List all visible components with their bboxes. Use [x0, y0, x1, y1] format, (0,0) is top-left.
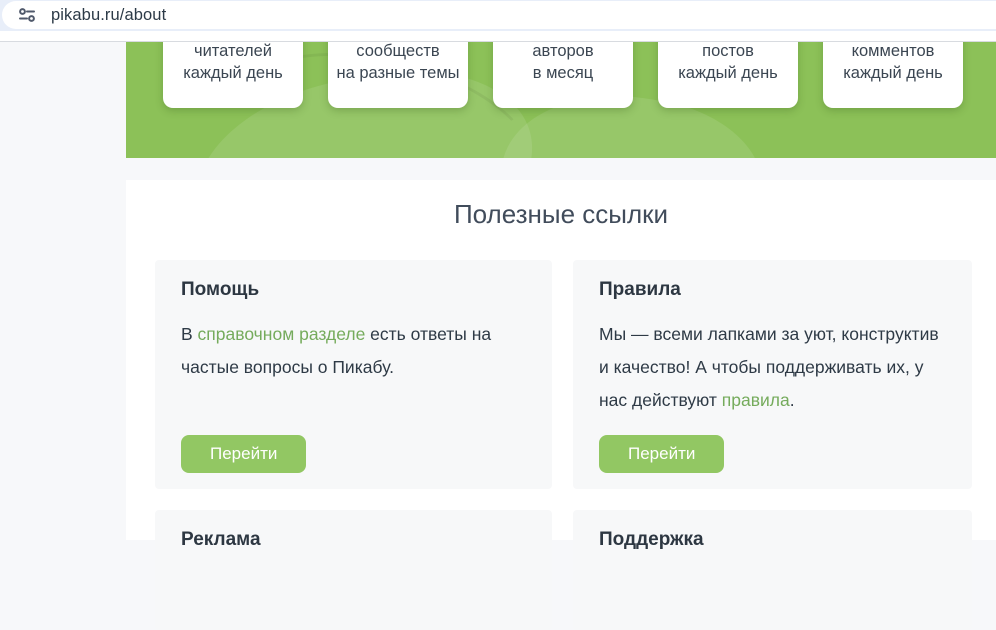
useful-links-panel: Полезные ссылки Помощь В справочном разд…: [126, 180, 996, 630]
url-text: pikabu.ru/about: [51, 5, 167, 24]
rules-go-button[interactable]: Перейти: [599, 435, 725, 473]
browser-toolbar: pikabu.ru/about: [0, 0, 996, 31]
card-rules: Правила Мы — всеми лапками за уют, конст…: [573, 260, 972, 489]
stat-card-label: постов каждый день: [678, 42, 778, 82]
stat-card-label: сообществ на разные темы: [336, 42, 460, 82]
card-support: Поддержка: [573, 510, 972, 630]
card-text: В справочном разделе есть ответы на част…: [181, 318, 526, 384]
stat-card-authors: авторов в месяц: [493, 42, 633, 108]
toolbar-bottom-strip: [0, 31, 996, 42]
card-title: Поддержка: [599, 529, 704, 550]
card-help: Помощь В справочном разделе есть ответы …: [155, 260, 552, 489]
help-go-button[interactable]: Перейти: [181, 435, 307, 473]
card-text: Мы — всеми лапками за уют, конструктив и…: [599, 318, 946, 417]
card-title: Помощь: [181, 279, 260, 300]
card-text-segment: В: [181, 324, 198, 344]
site-controls-icon[interactable]: [17, 5, 37, 25]
rules-link[interactable]: правила: [722, 390, 790, 410]
stats-banner: читателей каждый день сообществ на разные …: [126, 42, 996, 158]
stat-card-readers: читателей каждый день: [163, 42, 303, 108]
stat-card-label: читателей каждый день: [183, 42, 283, 82]
stat-card-posts: постов каждый день: [658, 42, 798, 108]
stat-card-comments: комментов каждый день: [823, 42, 963, 108]
card-advertising: Реклама: [155, 510, 552, 630]
stat-card-label: авторов в месяц: [532, 42, 594, 82]
stat-card-communities: сообществ на разные темы: [328, 42, 468, 108]
section-title: Полезные ссылки: [453, 199, 669, 229]
stat-card-label: комментов каждый день: [843, 42, 943, 82]
links-cards-grid: Помощь В справочном разделе есть ответы …: [155, 260, 996, 630]
help-section-link[interactable]: справочном разделе: [198, 324, 366, 344]
card-title: Правила: [599, 279, 681, 300]
card-text-segment: .: [789, 390, 795, 410]
address-bar[interactable]: pikabu.ru/about: [2, 1, 996, 29]
card-title: Реклама: [181, 529, 261, 550]
